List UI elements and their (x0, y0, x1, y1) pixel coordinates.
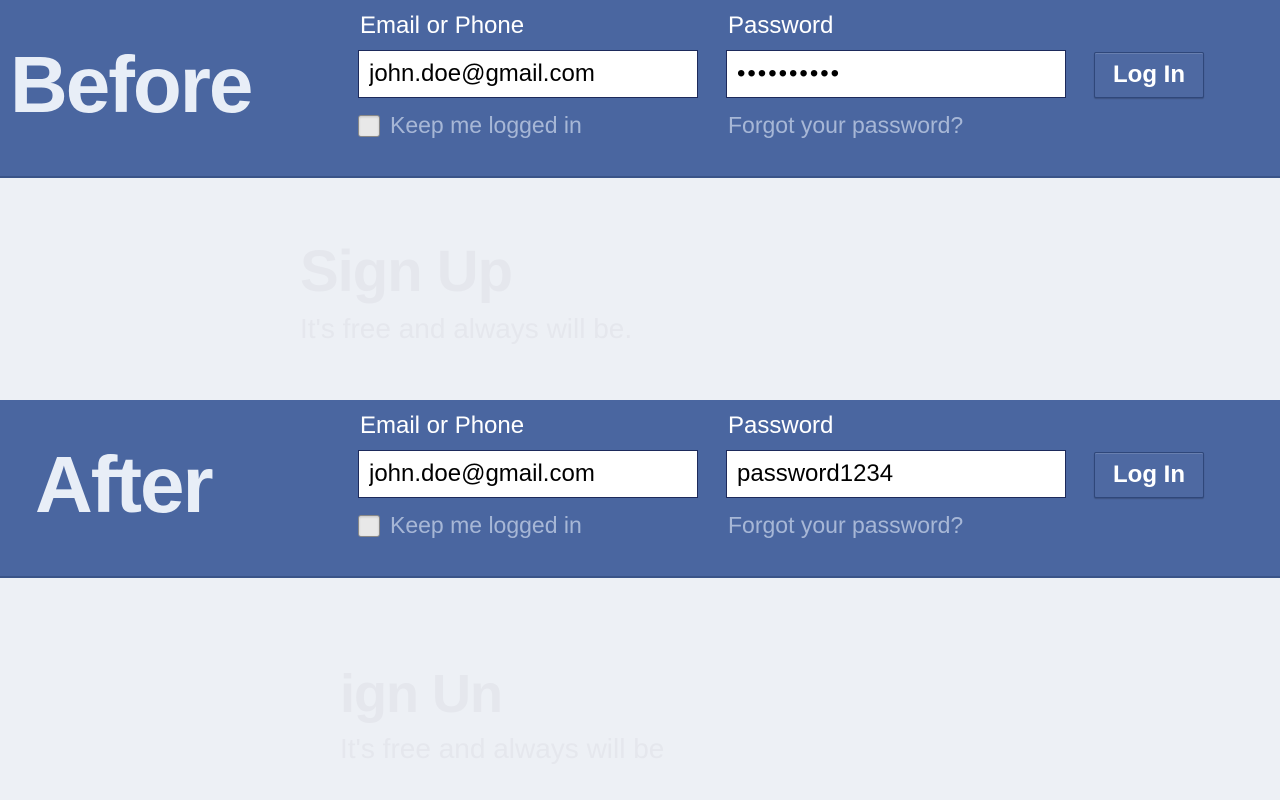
email-label: Email or Phone (358, 12, 698, 40)
login-form-before: Email or Phone Keep me logged in Passwor… (358, 12, 1204, 139)
password-group: Password Forgot your password? (726, 12, 1066, 139)
login-header-before: Before Email or Phone Keep me logged in … (0, 0, 1280, 178)
keep-logged-label: Keep me logged in (390, 112, 582, 139)
keep-logged-checkbox[interactable] (358, 115, 380, 137)
email-label: Email or Phone (358, 412, 698, 440)
login-button[interactable]: Log In (1094, 452, 1204, 498)
password-input-revealed[interactable] (726, 450, 1066, 498)
after-section: After Email or Phone Keep me logged in P… (0, 400, 1280, 800)
login-header-after: After Email or Phone Keep me logged in P… (0, 400, 1280, 578)
login-form-after: Email or Phone Keep me logged in Passwor… (358, 412, 1204, 539)
login-button-wrap: Log In (1094, 412, 1204, 498)
overlay-label-after: After (35, 445, 212, 525)
password-label: Password (726, 12, 1066, 40)
password-input[interactable] (726, 50, 1066, 98)
email-input[interactable] (358, 50, 698, 98)
signup-sub: It's free and always will be. (300, 313, 632, 345)
keep-logged-checkbox[interactable] (358, 515, 380, 537)
signup-title: Sign Up (300, 238, 632, 305)
body-area-before: Sign Up It's free and always will be. (0, 178, 1280, 400)
login-button-wrap: Log In (1094, 12, 1204, 98)
forgot-password-link[interactable]: Forgot your password? (726, 512, 1066, 539)
signup-title: ign Un (340, 663, 664, 725)
signup-ghost: ign Un It's free and always will be (340, 663, 664, 765)
email-group: Email or Phone Keep me logged in (358, 12, 698, 139)
signup-ghost: Sign Up It's free and always will be. (300, 238, 632, 345)
keep-logged-row: Keep me logged in (358, 112, 698, 139)
password-group: Password Forgot your password? (726, 412, 1066, 539)
email-group: Email or Phone Keep me logged in (358, 412, 698, 539)
email-input[interactable] (358, 450, 698, 498)
before-section: Before Email or Phone Keep me logged in … (0, 0, 1280, 400)
keep-logged-row: Keep me logged in (358, 512, 698, 539)
signup-sub: It's free and always will be (340, 733, 664, 765)
login-button[interactable]: Log In (1094, 52, 1204, 98)
password-label: Password (726, 412, 1066, 440)
body-area-after: ign Un It's free and always will be (0, 578, 1280, 800)
keep-logged-label: Keep me logged in (390, 512, 582, 539)
forgot-password-link[interactable]: Forgot your password? (726, 112, 1066, 139)
overlay-label-before: Before (10, 45, 251, 125)
